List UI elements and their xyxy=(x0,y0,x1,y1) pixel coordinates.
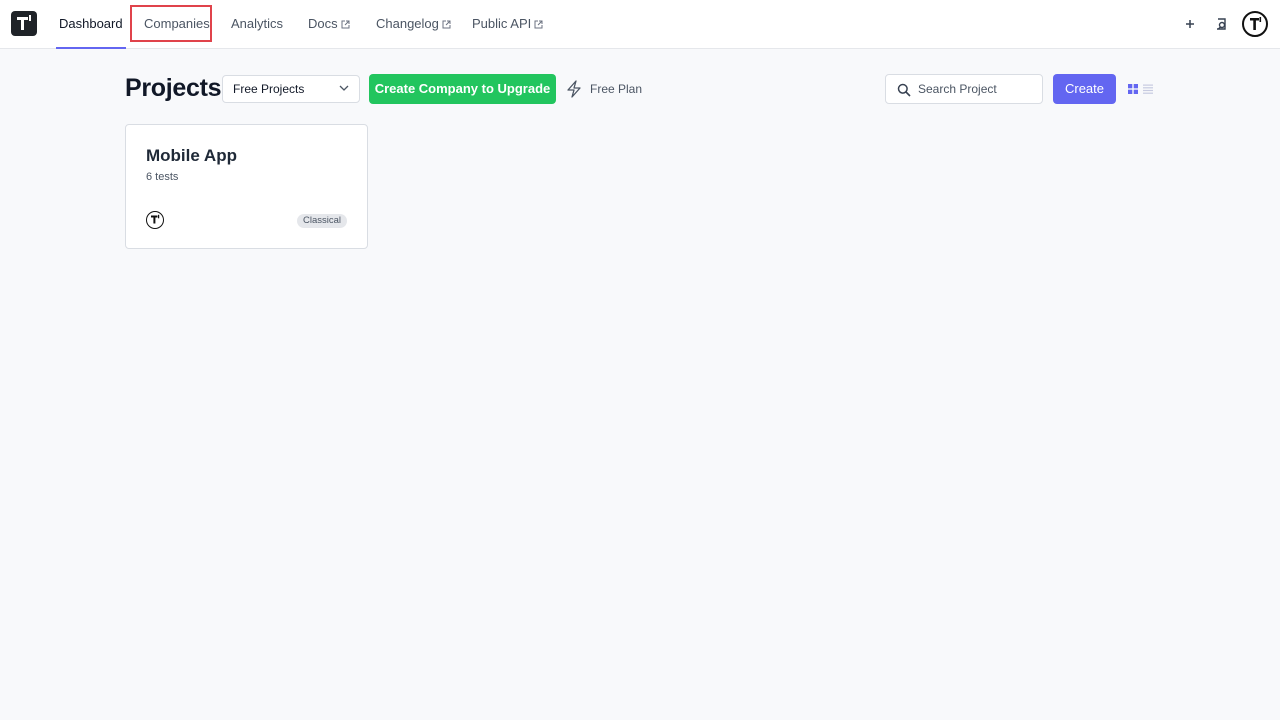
nav-public-api[interactable]: Public API xyxy=(472,0,543,48)
project-type-badge: Classical xyxy=(296,214,347,228)
project-filter-select[interactable]: Free Projects xyxy=(222,75,360,103)
external-link-icon xyxy=(442,20,451,29)
project-test-count: 6 tests xyxy=(146,171,179,183)
external-link-icon xyxy=(534,20,543,29)
nav-docs-label: Docs xyxy=(308,16,338,31)
page-title: Projects xyxy=(125,74,222,102)
top-navigation: Dashboard Companies Analytics Docs Chang… xyxy=(0,0,1280,49)
project-card[interactable]: Mobile App 6 tests Classical xyxy=(125,124,368,249)
list-view-icon[interactable] xyxy=(1143,84,1153,94)
search-input[interactable] xyxy=(918,80,1038,98)
grid-view-icon[interactable] xyxy=(1128,84,1138,94)
project-name: Mobile App xyxy=(146,146,237,165)
search-doc-icon[interactable] xyxy=(1210,13,1232,35)
user-avatar-icon[interactable] xyxy=(1242,11,1268,37)
nav-dashboard[interactable]: Dashboard xyxy=(56,0,126,49)
nav-analytics[interactable]: Analytics xyxy=(231,0,283,48)
create-project-button[interactable]: Create xyxy=(1053,74,1116,104)
nav-changelog-label: Changelog xyxy=(376,16,439,31)
plan-indicator: Free Plan xyxy=(566,80,642,98)
create-company-upgrade-button[interactable]: Create Company to Upgrade xyxy=(369,74,556,104)
highlight-annotation-box xyxy=(130,5,212,42)
nav-public-api-label: Public API xyxy=(472,16,532,31)
nav-docs[interactable]: Docs xyxy=(308,0,350,48)
lightning-icon xyxy=(567,80,581,98)
plan-label: Free Plan xyxy=(590,82,643,96)
plus-icon[interactable] xyxy=(1179,13,1201,35)
search-icon xyxy=(897,83,911,97)
app-logo-icon[interactable] xyxy=(11,11,37,36)
project-owner-icon xyxy=(146,211,164,229)
chevron-down-icon xyxy=(339,85,349,91)
nav-changelog[interactable]: Changelog xyxy=(376,0,451,48)
nav-analytics-label: Analytics xyxy=(231,16,284,31)
project-filter-value: Free Projects xyxy=(233,82,305,96)
nav-dashboard-label: Dashboard xyxy=(59,16,123,31)
search-project-field[interactable] xyxy=(885,74,1043,104)
external-link-icon xyxy=(341,20,350,29)
